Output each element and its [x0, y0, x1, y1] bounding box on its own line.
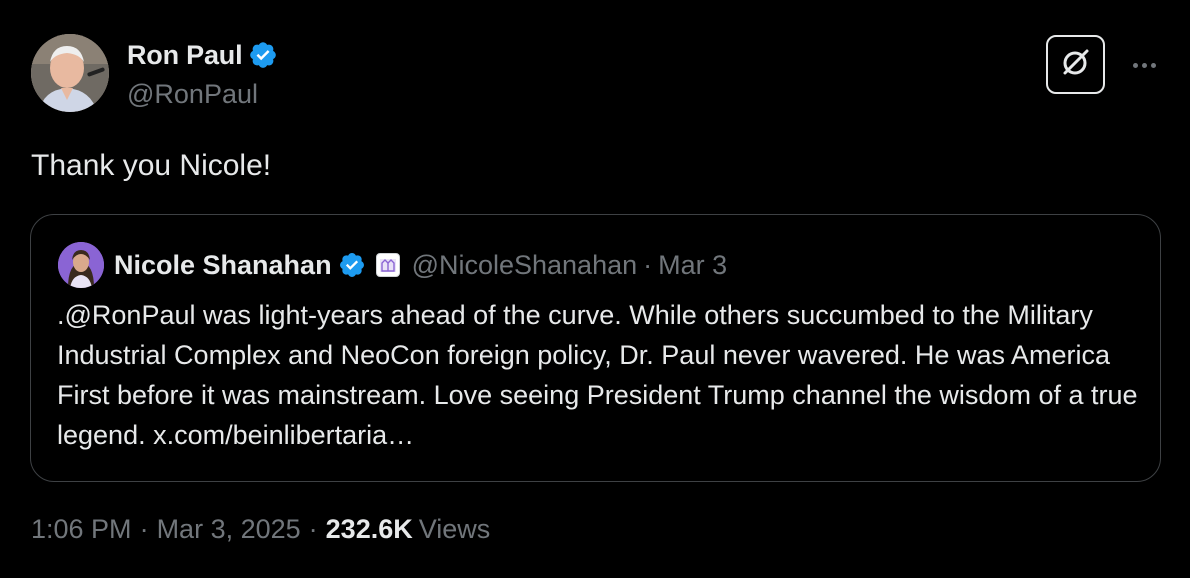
views-label: Views [418, 514, 491, 544]
quote-author-name[interactable]: Nicole Shanahan [114, 250, 332, 281]
tweet-date[interactable]: Mar 3, 2025 [157, 514, 301, 545]
author-avatar[interactable] [31, 34, 109, 112]
author-name-row: Ron Paul [127, 38, 278, 72]
grok-button[interactable] [1046, 35, 1105, 94]
views-count: 232.6K [325, 514, 413, 544]
tweet: Ron Paul @RonPaul Thank you Nicole! Nico… [0, 0, 1190, 578]
quote-header: Nicole Shanahan @NicoleShanahan · Mar 3 [114, 247, 727, 283]
more-button[interactable] [1124, 45, 1164, 85]
tweet-time[interactable]: 1:06 PM [31, 514, 132, 545]
grok-icon [1059, 45, 1093, 84]
quote-author-avatar[interactable] [58, 242, 104, 288]
more-icon [1132, 62, 1138, 68]
tweet-meta: 1:06 PM · Mar 3, 2025 · 232.6K Views [31, 514, 490, 545]
quoted-tweet[interactable]: Nicole Shanahan @NicoleShanahan · Mar 3 … [30, 214, 1161, 482]
quote-separator: · [643, 249, 653, 280]
quote-author-handle[interactable]: @NicoleShanahan [412, 250, 638, 281]
quote-text: .@RonPaul was light-years ahead of the c… [57, 300, 1138, 450]
tweet-text: Thank you Nicole! [31, 149, 272, 182]
meta-separator: · [308, 514, 318, 544]
affiliate-badge-icon [375, 253, 400, 277]
author-handle[interactable]: @RonPaul [127, 79, 258, 110]
author-name[interactable]: Ron Paul [127, 40, 243, 71]
verified-badge-icon[interactable] [248, 40, 278, 70]
meta-separator: · [139, 514, 149, 544]
quote-date[interactable]: Mar 3 [658, 250, 727, 281]
quote-verified-badge-icon [338, 251, 366, 279]
